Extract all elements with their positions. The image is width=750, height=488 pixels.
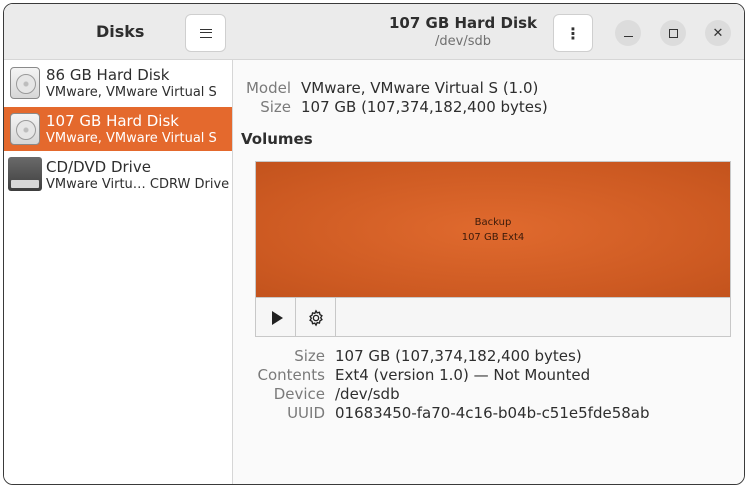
disk-name: 86 GB Hard Disk	[46, 66, 170, 84]
disk-subtitle: VMware Virtu… CDRW Drive	[46, 177, 230, 192]
disks-window: Disks 86 GB Hard Disk VMware, VMware Vir…	[3, 3, 745, 485]
volume-toolbar	[256, 297, 730, 337]
main-menu-button[interactable]	[185, 14, 226, 52]
minimize-icon	[623, 35, 633, 37]
model-row: Model VMware, VMware Virtual S (1.0)	[241, 79, 538, 97]
partition-name: Backup	[474, 216, 512, 228]
device-value: /dev/sdb	[335, 385, 400, 403]
contents-row: Contents Ext4 (version 1.0) — Not Mounted	[255, 366, 591, 384]
disk-item-cd-dvd[interactable]: CD/DVD Drive VMware Virtu… CDRW Drive	[4, 153, 232, 197]
drive-menu-button[interactable]: ⋮	[553, 14, 593, 52]
uuid-value: 01683450-fa70-4c16-b04b-c51e5fde58ab	[335, 404, 650, 422]
disk-list: 86 GB Hard Disk VMware, VMware Virtual S…	[4, 61, 232, 193]
model-value: VMware, VMware Virtual S (1.0)	[301, 79, 539, 97]
uuid-row: UUID 01683450-fa70-4c16-b04b-c51e5fde58ab	[255, 404, 650, 422]
minimize-button[interactable]	[615, 20, 641, 46]
more-options-icon: ⋮	[565, 23, 581, 43]
main-pane: 107 GB Hard Disk /dev/sdb ⋮ ✕ Model VMwar…	[233, 4, 744, 484]
maximize-button[interactable]	[660, 20, 686, 46]
volume-map: Backup 107 GB Ext4	[255, 161, 731, 337]
volume-size-value: 107 GB (107,374,182,400 bytes)	[335, 347, 582, 365]
play-icon	[271, 310, 283, 325]
device-label: Device	[273, 385, 325, 403]
partition-detail: 107 GB Ext4	[461, 231, 525, 243]
hard-disk-icon	[10, 67, 40, 99]
disk-name: CD/DVD Drive	[46, 158, 151, 176]
disk-item-107gb[interactable]: 107 GB Hard Disk VMware, VMware Virtual …	[4, 107, 232, 151]
hard-disk-icon	[10, 113, 40, 145]
model-label: Model	[245, 79, 291, 97]
size-row: Size 107 GB (107,374,182,400 bytes)	[241, 98, 548, 116]
contents-label: Contents	[257, 366, 325, 384]
disk-subtitle: VMware, VMware Virtual S	[46, 131, 217, 146]
contents-value: Ext4 (version 1.0) — Not Mounted	[335, 366, 591, 384]
app-title: Disks	[96, 22, 145, 41]
maximize-icon	[668, 28, 678, 38]
size-value: 107 GB (107,374,182,400 bytes)	[301, 98, 548, 116]
sidebar: Disks 86 GB Hard Disk VMware, VMware Vir…	[4, 4, 233, 484]
size-label: Size	[260, 98, 291, 116]
volume-size-row: Size 107 GB (107,374,182,400 bytes)	[255, 347, 582, 365]
uuid-label: UUID	[287, 404, 325, 422]
mount-button[interactable]	[256, 298, 296, 337]
close-button[interactable]: ✕	[705, 20, 731, 46]
disk-subtitle: VMware, VMware Virtual S	[46, 85, 217, 100]
hamburger-icon	[199, 28, 212, 38]
volumes-heading: Volumes	[241, 130, 313, 148]
header-bar: 107 GB Hard Disk /dev/sdb ⋮ ✕	[233, 4, 744, 60]
partition-settings-button[interactable]	[296, 298, 336, 337]
volume-size-label: Size	[294, 347, 325, 365]
device-row: Device/dev/sdb	[255, 385, 400, 403]
partition-backup[interactable]: Backup 107 GB Ext4	[256, 162, 730, 297]
close-icon: ✕	[712, 25, 724, 41]
optical-drive-icon	[8, 157, 42, 191]
disk-item-86gb[interactable]: 86 GB Hard Disk VMware, VMware Virtual S	[4, 61, 232, 105]
gear-icon	[308, 308, 323, 327]
sidebar-header: Disks	[4, 4, 233, 60]
disk-name: 107 GB Hard Disk	[46, 112, 179, 130]
